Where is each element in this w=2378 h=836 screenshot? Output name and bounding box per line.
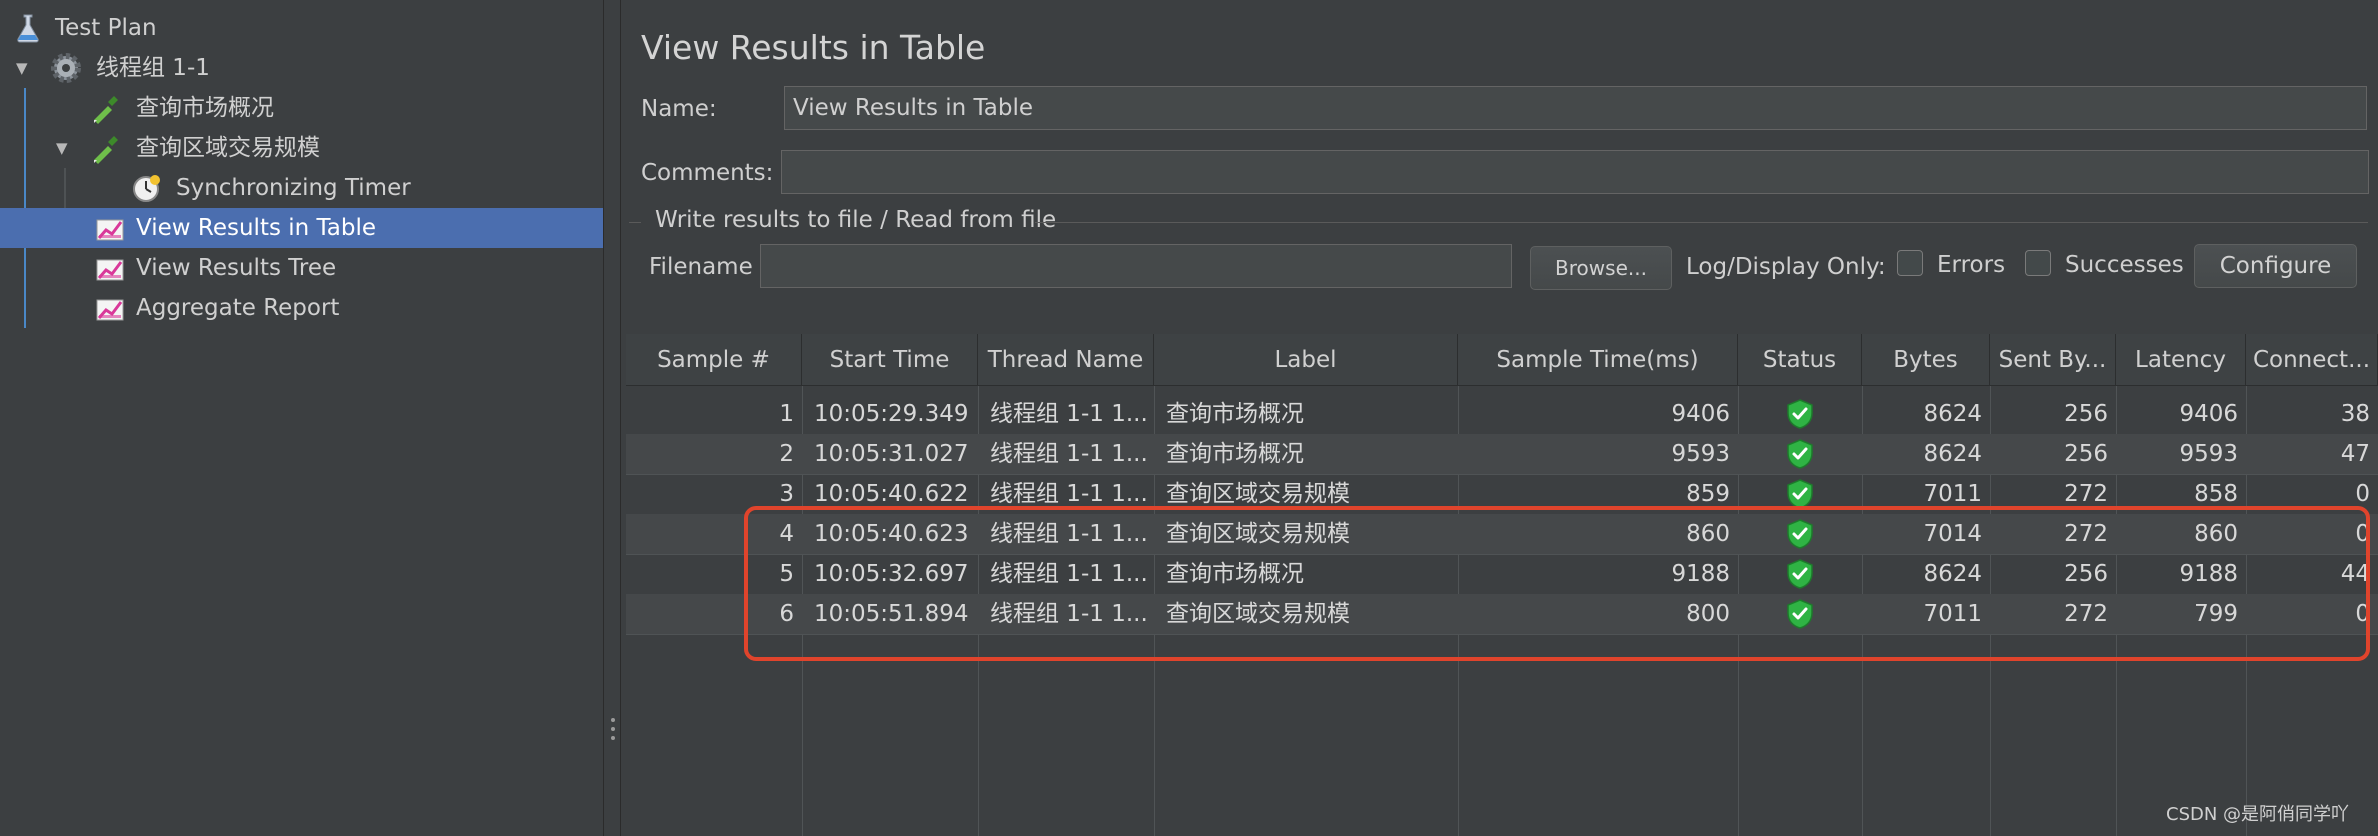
- table-cell: 线程组 1-1 1...: [990, 401, 1148, 427]
- status-success-icon: [1738, 434, 1862, 474]
- tree-item-label: 查询市场概况: [136, 95, 274, 121]
- tree-item-thread-group[interactable]: ▼ 线程组 1-1: [0, 48, 603, 88]
- gear-icon: [50, 52, 82, 84]
- column-header[interactable]: Bytes: [1862, 334, 1990, 386]
- table-cell: 10:05:31.027: [814, 441, 969, 467]
- watermark: CSDN @是阿俏同学吖: [2166, 804, 2350, 825]
- highlight-annotation-box: [744, 506, 2370, 661]
- table-cell: 线程组 1-1 1...: [990, 441, 1148, 467]
- column-header[interactable]: Start Time: [802, 334, 978, 386]
- grip-dot: [611, 718, 615, 722]
- table-cell: 8624: [1923, 441, 1982, 467]
- status-success-icon: [1738, 394, 1862, 434]
- tree-item-sampler-market[interactable]: 查询市场概况: [0, 88, 603, 128]
- table-cell: 查询市场概况: [1166, 401, 1304, 427]
- chart-icon: [94, 292, 126, 324]
- tree-item-label: 线程组 1-1: [96, 55, 210, 81]
- table-cell: 256: [2064, 441, 2108, 467]
- name-field[interactable]: View Results in Table: [784, 86, 2367, 130]
- table-cell: 1: [779, 401, 794, 427]
- successes-label: Successes: [2065, 252, 2184, 278]
- errors-label: Errors: [1937, 252, 2006, 278]
- file-group-label: Write results to file / Read from file: [655, 207, 1057, 233]
- comments-label: Comments:: [641, 160, 774, 186]
- chart-icon: [94, 212, 126, 244]
- column-header[interactable]: Sent By...: [1990, 334, 2116, 386]
- configure-button[interactable]: Configure: [2194, 244, 2357, 288]
- split-pane-divider[interactable]: [603, 0, 621, 836]
- table-cell: 9593: [2179, 441, 2238, 467]
- table-cell: 2: [779, 441, 794, 467]
- browse-button[interactable]: Browse...: [1530, 246, 1672, 290]
- table-row[interactable]: 2 10:05:31.027 线程组 1-1 1... 查询市场概况 9593 8624 2…: [626, 434, 2378, 474]
- tree-item-sampler-region[interactable]: ▼ 查询区域交易规模: [0, 128, 603, 168]
- chart-icon: [94, 252, 126, 284]
- column-header[interactable]: Thread Name: [978, 334, 1154, 386]
- filename-label: Filename: [649, 254, 753, 280]
- tree-item-sync-timer[interactable]: Synchronizing Timer: [0, 168, 603, 208]
- pipette-icon: [90, 92, 122, 124]
- tree-item-label: 查询区域交易规模: [136, 135, 320, 161]
- table-cell: 8624: [1923, 401, 1982, 427]
- column-header[interactable]: Label: [1154, 334, 1458, 386]
- tree-item-view-results-tree[interactable]: View Results Tree: [0, 248, 603, 288]
- tree-item-label: View Results Tree: [136, 255, 337, 281]
- column-header[interactable]: Latency: [2116, 334, 2246, 386]
- table-cell: 47: [2340, 441, 2370, 467]
- log-display-label: Log/Display Only:: [1686, 254, 1886, 280]
- comments-field[interactable]: [781, 150, 2369, 194]
- stopwatch-icon: [130, 172, 162, 204]
- errors-checkbox[interactable]: [1897, 250, 1923, 276]
- tree-item-label: Test Plan: [55, 15, 157, 41]
- flask-icon: [12, 12, 44, 44]
- table-cell: 38: [2340, 401, 2370, 427]
- table-cell: 256: [2064, 401, 2108, 427]
- pipette-icon: [90, 132, 122, 164]
- tree-item-label: Aggregate Report: [136, 295, 340, 321]
- column-header[interactable]: Sample #: [626, 334, 802, 386]
- successes-checkbox[interactable]: [2025, 250, 2051, 276]
- grip-dot: [611, 727, 615, 731]
- table-cell: 9406: [1671, 401, 1730, 427]
- table-cell: 查询市场概况: [1166, 441, 1304, 467]
- chevron-down-icon[interactable]: ▼: [16, 48, 36, 88]
- table-row[interactable]: 1 10:05:29.349 线程组 1-1 1... 查询市场概况 9406 8624 2…: [626, 394, 2378, 434]
- filename-field[interactable]: [760, 244, 1512, 288]
- group-border: [1035, 222, 2368, 223]
- tree-item-view-results-table[interactable]: View Results in Table: [0, 208, 603, 248]
- name-label: Name:: [641, 96, 717, 122]
- column-header[interactable]: Status: [1738, 334, 1862, 386]
- group-border: [629, 222, 641, 223]
- table-cell: 9593: [1671, 441, 1730, 467]
- chevron-down-icon[interactable]: ▼: [56, 128, 76, 168]
- column-header[interactable]: Sample Time(ms): [1458, 334, 1738, 386]
- page-title: View Results in Table: [641, 28, 986, 67]
- table-cell: 9406: [2179, 401, 2238, 427]
- tree-item-aggregate-report[interactable]: Aggregate Report: [0, 288, 603, 328]
- table-cell: 10:05:29.349: [814, 401, 969, 427]
- test-plan-tree: Test Plan ▼ 线程组 1-1 查询市场概况 ▼ 查询区域交易规模 Sy…: [0, 0, 603, 836]
- grip-dot: [611, 736, 615, 740]
- column-header[interactable]: Connect...: [2246, 334, 2378, 386]
- tree-item-label: View Results in Table: [136, 215, 377, 241]
- tree-item-label: Synchronizing Timer: [176, 175, 411, 201]
- tree-item-test-plan[interactable]: Test Plan: [0, 8, 603, 48]
